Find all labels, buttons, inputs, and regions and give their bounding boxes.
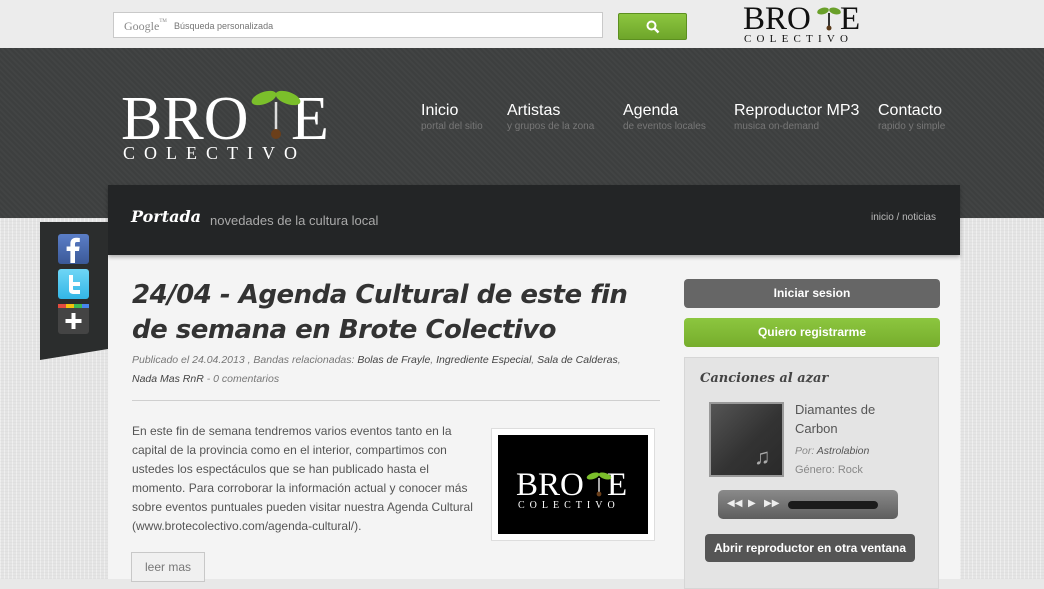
forward-icon[interactable]: ▶▶ xyxy=(764,498,779,509)
nav-sub: portal del sitio xyxy=(421,121,483,132)
article-image-logo: BRO E COLECTIVO xyxy=(498,435,648,534)
nav-label: Reproductor MP3 xyxy=(734,102,860,119)
nav-artistas[interactable]: Artistas y grupos de la zona xyxy=(507,101,594,133)
twitter-icon[interactable] xyxy=(58,269,89,299)
top-bar: GoogleTM BRO E COLECTIVO xyxy=(0,0,1044,48)
band-link[interactable]: Bolas de Frayle xyxy=(357,354,430,366)
main-logo[interactable]: BRO E COLECTIVO xyxy=(121,88,333,162)
song-genre: Rock xyxy=(837,464,863,476)
read-more-button[interactable]: leer mas xyxy=(131,552,205,582)
nav-label: Inicio xyxy=(421,102,459,119)
article-image-brand-end: E xyxy=(607,467,627,503)
article-image-brand: BRO xyxy=(516,467,584,503)
main-logo-subtitle: COLECTIVO xyxy=(123,143,306,162)
song-genre-row: Género: Rock xyxy=(795,464,863,476)
mini-player: ◀◀ ▶ ▶▶ xyxy=(718,490,898,519)
search-button[interactable] xyxy=(618,13,687,40)
top-logo-brand-end: E xyxy=(840,1,860,37)
nav-label: Contacto xyxy=(878,102,943,119)
nav-label: Artistas xyxy=(507,102,561,119)
song-artist-row: Por: Astrolabion xyxy=(795,445,869,457)
comments-link[interactable]: 0 comentarios xyxy=(213,373,279,385)
song-artist-label: Por: xyxy=(795,445,815,457)
nav-inicio[interactable]: Inicio portal del sitio xyxy=(421,101,483,133)
nav-sub: y grupos de la zona xyxy=(507,121,595,132)
facebook-icon[interactable] xyxy=(58,234,89,264)
search-input[interactable] xyxy=(172,15,596,37)
nav-label: Agenda xyxy=(623,102,679,119)
player-progress-bar[interactable] xyxy=(788,501,878,509)
song-title[interactable]: Diamantes de Carbon xyxy=(795,400,915,438)
top-logo-subtitle: COLECTIVO xyxy=(744,33,853,45)
play-icon[interactable]: ▶ xyxy=(748,498,756,509)
login-button[interactable]: Iniciar sesion xyxy=(684,279,940,308)
open-player-button[interactable]: Abrir reproductor en otra ventana xyxy=(705,534,915,562)
nav-sub: de eventos locales xyxy=(623,121,706,132)
article-body: En este fin de semana tendremos varios e… xyxy=(132,424,473,533)
band-link[interactable]: Ingrediente Especial xyxy=(436,354,531,366)
article-meta: Publicado el 24.04.2013 , Bandas relacio… xyxy=(132,354,621,385)
breadcrumb[interactable]: inicio / noticias xyxy=(871,212,936,223)
band-link[interactable]: Sala de Calderas xyxy=(537,354,618,366)
google-wordmark: GoogleTM xyxy=(124,19,167,33)
top-logo-brand: BRO xyxy=(743,1,811,37)
song-cover[interactable]: ♫ xyxy=(709,402,784,477)
social-ribbon xyxy=(40,222,108,360)
random-songs-title: Canciones al azar xyxy=(700,371,829,386)
song-artist[interactable]: Astrolabion xyxy=(817,445,870,457)
nav-contacto[interactable]: Contacto rapido y simple xyxy=(878,101,945,133)
page-title: Portada xyxy=(131,207,202,226)
music-note-icon: ♫ xyxy=(754,444,771,469)
nav-sub: musica on-demand xyxy=(734,121,820,132)
article-image-subtitle: COLECTIVO xyxy=(518,500,620,511)
googleplus-icon[interactable] xyxy=(58,304,89,334)
nav-reproductor[interactable]: Reproductor MP3 musica on-demand xyxy=(734,101,859,133)
nav-sub: rapido y simple xyxy=(878,121,946,132)
nav-agenda[interactable]: Agenda de eventos locales xyxy=(623,101,706,133)
band-link[interactable]: Nada Mas RnR xyxy=(132,373,204,385)
article-meta-prefix: Publicado el 24.04.2013 , Bandas relacio… xyxy=(132,354,358,366)
song-genre-label: Género: xyxy=(795,464,835,476)
register-button[interactable]: Quiero registrarme xyxy=(684,318,940,347)
top-logo[interactable]: BRO E COLECTIVO xyxy=(742,1,870,45)
article-title[interactable]: 24/04 - Agenda Cultural de este fin de s… xyxy=(132,278,652,348)
search-box[interactable]: GoogleTM xyxy=(113,12,603,38)
page-subtitle: novedades de la cultura local xyxy=(210,213,379,228)
page-title-bar: Portada novedades de la cultura local in… xyxy=(108,185,960,255)
article-divider xyxy=(132,400,660,401)
rewind-icon[interactable]: ◀◀ xyxy=(727,498,742,509)
search-icon xyxy=(646,20,660,34)
article-image[interactable]: BRO E COLECTIVO xyxy=(491,428,655,541)
